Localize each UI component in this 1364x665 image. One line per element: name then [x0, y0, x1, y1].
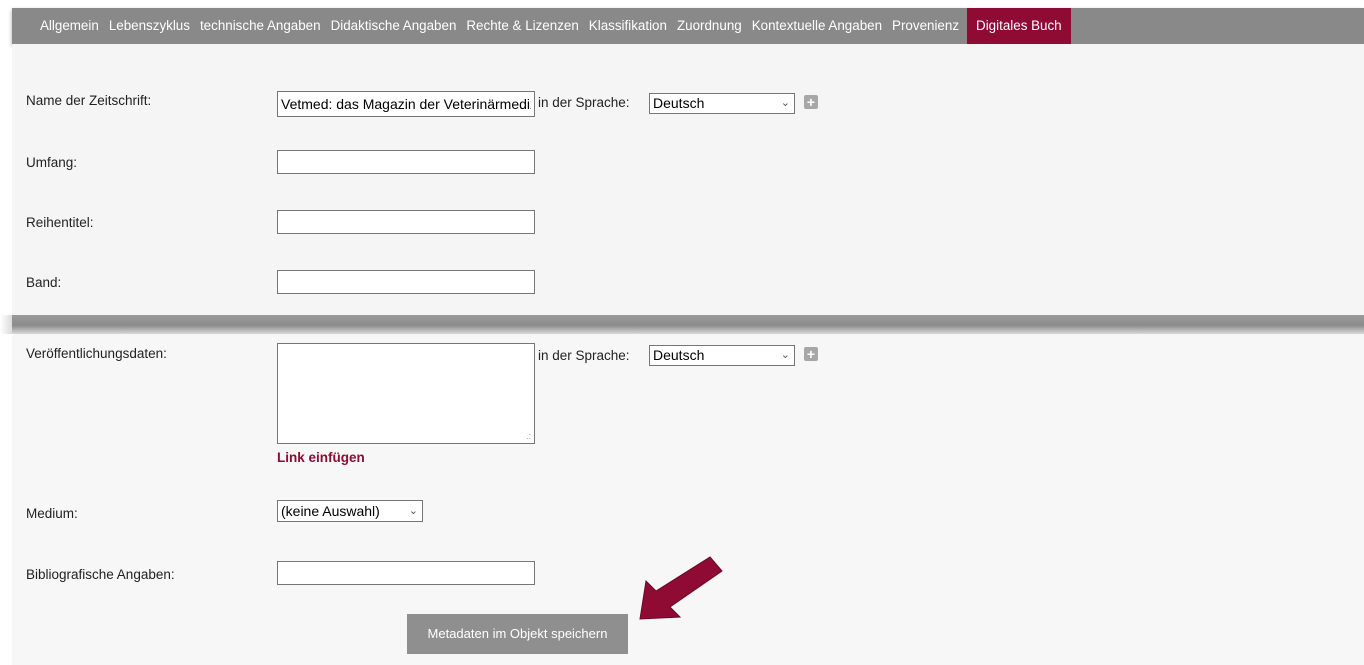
band-label: Band:	[26, 275, 62, 290]
veroeffentlichung-language-value: Deutsch	[653, 347, 705, 363]
divider-fade	[0, 315, 12, 334]
umfang-label: Umfang:	[26, 155, 78, 170]
save-metadata-button[interactable]: Metadaten im Objekt speichern	[407, 614, 628, 654]
tab-allgemein[interactable]: Allgemein	[35, 8, 104, 44]
chevron-down-icon: ⌄	[780, 349, 790, 361]
veroeffentlichung-language-select[interactable]: Deutsch ⌄	[649, 345, 795, 366]
tab-list: Allgemein Lebenszyklus technische Angabe…	[35, 8, 1071, 44]
add-veroeffentlichung-language-plus-icon[interactable]: +	[804, 347, 818, 361]
reihentitel-input[interactable]	[277, 210, 535, 234]
umfang-input[interactable]	[277, 150, 535, 174]
link-einfuegen[interactable]: Link einfügen	[277, 450, 365, 465]
veroeffentlichung-label: Veröffentlichungsdaten:	[26, 346, 167, 361]
zeitschrift-label: Name der Zeitschrift:	[26, 93, 152, 108]
arrow-icon	[639, 556, 723, 620]
zeitschrift-language-label: in der Sprache:	[538, 95, 630, 110]
resize-grip-icon[interactable]: .:	[526, 432, 531, 441]
tab-provenienz[interactable]: Provenienz	[887, 8, 964, 44]
tab-didaktische-angaben[interactable]: Didaktische Angaben	[326, 8, 462, 44]
veroeffentlichung-language-label: in der Sprache:	[538, 348, 630, 363]
veroeffentlichung-textarea[interactable]: .:	[277, 343, 535, 444]
section-divider	[12, 315, 1364, 334]
chevron-down-icon: ⌄	[780, 97, 790, 109]
reihentitel-label: Reihentitel:	[26, 215, 94, 230]
tab-digitales-buch[interactable]: Digitales Buch	[967, 8, 1071, 44]
tab-kontextuelle-angaben[interactable]: Kontextuelle Angaben	[747, 8, 887, 44]
bibliografie-input[interactable]	[277, 561, 535, 585]
tab-bar: Allgemein Lebenszyklus technische Angabe…	[12, 8, 1364, 44]
form-panel-top	[12, 44, 1364, 316]
medium-value: (keine Auswahl)	[281, 503, 380, 519]
tab-rechte-lizenzen[interactable]: Rechte & Lizenzen	[461, 8, 583, 44]
zeitschrift-language-value: Deutsch	[653, 95, 705, 111]
tab-klassifikation[interactable]: Klassifikation	[584, 8, 672, 44]
medium-select[interactable]: (keine Auswahl) ⌄	[277, 500, 423, 522]
chevron-down-icon: ⌄	[408, 505, 418, 517]
tab-zuordnung[interactable]: Zuordnung	[672, 8, 747, 44]
zeitschrift-input[interactable]	[277, 91, 535, 117]
medium-label: Medium:	[26, 506, 78, 521]
zeitschrift-language-select[interactable]: Deutsch ⌄	[649, 93, 795, 114]
add-zeitschrift-language-plus-icon[interactable]: +	[804, 95, 818, 109]
tab-lebenszyklus[interactable]: Lebenszyklus	[104, 8, 195, 44]
band-input[interactable]	[277, 270, 535, 294]
tab-technische-angaben[interactable]: technische Angaben	[195, 8, 326, 44]
bibliografie-label: Bibliografische Angaben:	[26, 567, 175, 582]
